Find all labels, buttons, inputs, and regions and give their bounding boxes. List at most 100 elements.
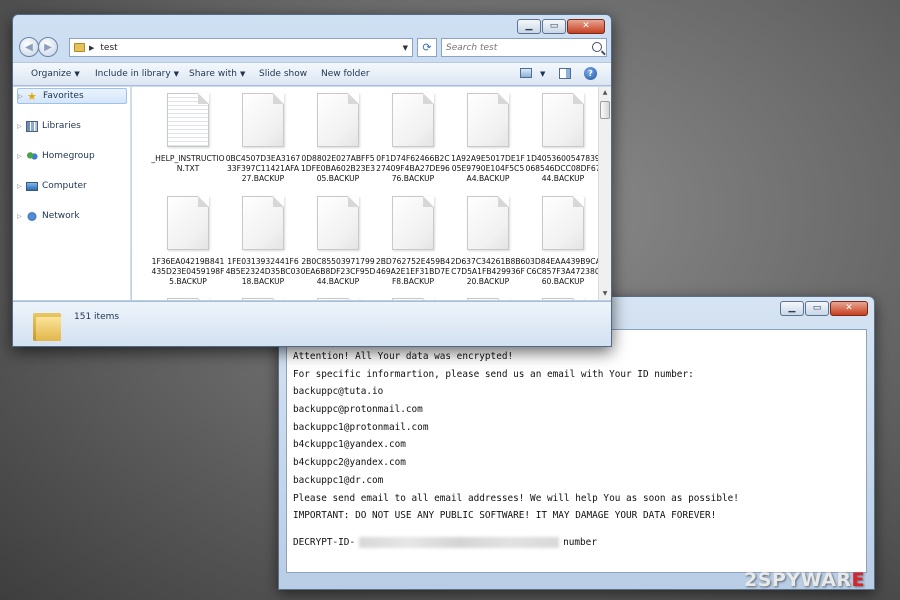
file-icon (542, 93, 584, 147)
notepad-text-area[interactable]: Attention! All Your data was encrypted! … (286, 329, 867, 573)
search-box[interactable] (441, 38, 607, 57)
file-item[interactable] (225, 298, 301, 300)
file-name: 0D8802E027ABFF51DFE0BA602B23E305.BACKUP (300, 154, 376, 183)
close-button[interactable]: ✕ (567, 19, 605, 34)
include-in-library-menu[interactable]: Include in library ▼ (95, 69, 179, 79)
star-icon: ★ (27, 89, 37, 103)
file-icon (317, 93, 359, 147)
file-icon (317, 196, 359, 250)
file-item[interactable]: 0D8802E027ABFF51DFE0BA602B23E305.BACKUP (300, 93, 376, 184)
chevron-down-icon[interactable]: ▼ (403, 44, 408, 52)
close-icon: ✕ (845, 303, 853, 313)
address-bar[interactable]: ▶ test ▼ (69, 38, 413, 57)
ransom-note-warning: IMPORTANT: DO NOT USE ANY PUBLIC SOFTWAR… (293, 510, 717, 522)
file-item[interactable]: 1F36EA04219B841435D23E0459198F5.BACKUP (150, 196, 226, 287)
file-item[interactable]: 0F1D74F62466B2C27409F4BA27DE9676.BACKUP (375, 93, 451, 184)
maximize-button[interactable]: ▭ (542, 19, 566, 34)
chevron-down-icon: ▼ (239, 70, 246, 78)
sidebar-item-label: Libraries (42, 121, 81, 131)
close-button[interactable]: ✕ (830, 301, 868, 316)
change-view-icon[interactable] (520, 68, 532, 78)
file-item[interactable]: 1D4053600547839068546DCC08DF6744.BACKUP (525, 93, 598, 184)
library-icon (26, 120, 38, 132)
maximize-icon: ▭ (549, 21, 559, 31)
file-item[interactable]: 1FE0313932441F64B5E2324D35BC0318.BACKUP (225, 196, 301, 287)
forward-button[interactable]: ▶ (38, 37, 58, 57)
file-item[interactable]: 2D637C34261B8B6C7D5A1FB429936F20.BACKUP (450, 196, 526, 287)
chevron-down-icon: ▼ (173, 70, 180, 78)
search-input[interactable] (446, 42, 576, 53)
help-icon[interactable]: ? (584, 67, 597, 80)
navigation-bar: ◀ ▶ ▶ test ▼ ⟳ (19, 37, 607, 59)
file-icon (392, 298, 434, 300)
forward-arrow-icon: ▶ (44, 41, 52, 53)
file-item[interactable]: 03D84EAA439B9CAC6C857F3A47238060.BACKUP (525, 196, 598, 287)
new-folder-button[interactable]: New folder (321, 69, 370, 79)
file-icon (542, 196, 584, 250)
sidebar-item-label: Favorites (43, 91, 84, 101)
explorer-window-controls: ▁ ▭ ✕ (517, 19, 605, 34)
preview-pane-icon[interactable] (559, 68, 571, 79)
sidebar-item-label: Network (42, 211, 80, 221)
file-icon (542, 298, 584, 300)
sidebar-item-libraries[interactable]: ▷ Libraries (17, 118, 127, 134)
expand-arrow-icon[interactable]: ▷ (17, 123, 26, 130)
ransom-note-line: For specific informartion, please send u… (293, 368, 694, 380)
file-item[interactable]: 2B0C85503971799 0EA6B8DF23CF95D44.BACKUP (300, 196, 376, 287)
file-icon (317, 298, 359, 300)
search-icon[interactable] (592, 42, 602, 52)
details-pane: 151 items (13, 301, 611, 346)
file-item[interactable]: 2BD762752E459B4469A2E1EF31BD7EF8.BACKUP (375, 196, 451, 287)
decrypt-id-line: DECRYPT-ID-number (293, 534, 860, 552)
file-icon (467, 93, 509, 147)
chevron-down-icon: ▼ (74, 70, 80, 78)
file-item[interactable] (375, 298, 451, 300)
scrollbar-thumb[interactable] (600, 101, 610, 119)
maximize-button[interactable]: ▭ (805, 301, 829, 316)
refresh-button[interactable]: ⟳ (417, 38, 437, 57)
chevron-down-icon: ▼ (540, 70, 546, 78)
minimize-button[interactable]: ▁ (517, 19, 541, 34)
file-icon (242, 196, 284, 250)
scroll-down-icon[interactable]: ▼ (599, 288, 611, 300)
file-item[interactable]: 1A92A9E5017DE1F05E9790E104F5C5A4.BACKUP (450, 93, 526, 184)
file-item[interactable]: 0BC4507D3EA316733F397C11421AFA27.BACKUP (225, 93, 301, 184)
file-icon (242, 93, 284, 147)
sidebar-item-homegroup[interactable]: ▷ Homegroup (17, 148, 127, 164)
ransom-note-line: Attention! All Your data was encrypted! (293, 351, 514, 362)
expand-arrow-icon[interactable]: ▷ (17, 153, 26, 160)
share-with-menu[interactable]: Share with ▼ (189, 69, 245, 79)
minimize-button[interactable]: ▁ (780, 301, 804, 316)
file-name: 1F36EA04219B841435D23E0459198F5.BACKUP (151, 257, 225, 286)
contact-email: b4ckuppc2@yandex.com (293, 457, 406, 469)
blurred-id (359, 536, 560, 548)
file-item[interactable] (150, 298, 226, 300)
file-item[interactable]: _HELP_INSTRUCTION.TXT (150, 93, 226, 174)
ransom-note-line: Please send email to all email addresses… (293, 492, 739, 504)
organize-menu[interactable]: Organize ▼ (31, 69, 80, 79)
sidebar-item-favorites[interactable]: ▷ ★ Favorites (17, 88, 127, 104)
file-icon (167, 196, 209, 250)
file-item[interactable] (300, 298, 376, 300)
network-icon (26, 210, 38, 222)
file-item[interactable] (450, 298, 526, 300)
expand-arrow-icon[interactable]: ▷ (17, 213, 26, 220)
vertical-scrollbar[interactable]: ▲ ▼ (598, 87, 611, 300)
file-item[interactable] (525, 298, 598, 300)
file-icon (242, 298, 284, 300)
slide-show-button[interactable]: Slide show (259, 69, 307, 79)
file-icon (392, 196, 434, 250)
expand-arrow-icon[interactable]: ▷ (18, 93, 27, 100)
minimize-icon: ▁ (525, 21, 533, 31)
chevron-right-icon: ▶ (89, 43, 95, 52)
maximize-icon: ▭ (812, 303, 822, 313)
address-path[interactable]: test (100, 43, 117, 53)
view-options-dropdown[interactable]: ▼ (537, 69, 545, 79)
sidebar-item-network[interactable]: ▷ Network (17, 208, 127, 224)
scroll-up-icon[interactable]: ▲ (599, 87, 611, 99)
sidebar-item-computer[interactable]: ▷ Computer (17, 178, 127, 194)
contact-email: backuppc@protonmail.com (293, 404, 423, 416)
expand-arrow-icon[interactable]: ▷ (17, 183, 26, 190)
back-button[interactable]: ◀ (19, 37, 39, 57)
file-name: 2D637C34261B8B6C7D5A1FB429936F20.BACKUP (450, 257, 526, 286)
